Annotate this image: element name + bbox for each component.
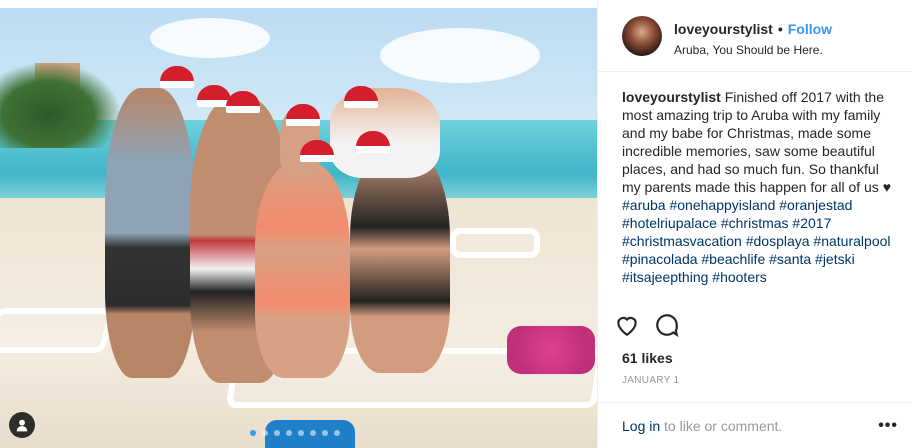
lounger	[0, 308, 117, 353]
carousel-dot	[250, 430, 256, 436]
carousel-dot	[310, 430, 316, 436]
carousel-indicator	[250, 430, 340, 436]
post-container: loveyourstylist • Follow Aruba, You Shou…	[0, 0, 911, 448]
carousel-dot	[298, 430, 304, 436]
person	[350, 148, 450, 373]
username-link[interactable]: loveyourstylist	[674, 21, 773, 37]
person	[105, 88, 195, 378]
santa-hat	[356, 131, 390, 153]
follow-button[interactable]: Follow	[788, 21, 832, 37]
separator: •	[777, 21, 783, 37]
user-tag-icon	[16, 419, 28, 432]
heart-emoji: ♥	[882, 179, 892, 195]
comment-icon[interactable]	[654, 312, 680, 338]
carousel-dot	[334, 430, 340, 436]
user-tag-button[interactable]	[9, 412, 35, 438]
santa-hat	[226, 91, 260, 113]
trees	[0, 63, 120, 148]
caption: loveyourstylist Finished off 2017 with t…	[598, 72, 911, 302]
lounger	[450, 228, 540, 258]
caption-username[interactable]: loveyourstylist	[622, 89, 721, 105]
login-link[interactable]: Log in	[622, 418, 660, 434]
comment-bar: Log in to like or comment. •••	[598, 402, 911, 448]
carousel-dot	[262, 430, 268, 436]
post-header: loveyourstylist • Follow Aruba, You Shou…	[598, 0, 911, 72]
heart-icon[interactable]	[614, 312, 640, 338]
avatar[interactable]	[622, 16, 662, 56]
post-photo[interactable]	[0, 8, 597, 448]
hashtags[interactable]: #aruba #onehappyisland #oranjestad #hote…	[622, 197, 891, 285]
carousel-dot	[274, 430, 280, 436]
santa-hat	[344, 86, 378, 108]
action-bar	[614, 312, 680, 338]
person	[255, 163, 350, 378]
santa-hat	[300, 140, 334, 162]
cloud	[150, 18, 270, 58]
more-options-icon[interactable]: •••	[878, 417, 898, 435]
santa-hat	[286, 104, 320, 126]
post-sidebar: loveyourstylist • Follow Aruba, You Shou…	[597, 0, 911, 448]
towel	[507, 326, 595, 374]
cloud	[380, 28, 540, 83]
carousel-dot	[322, 430, 328, 436]
location-link[interactable]: Aruba, You Should be Here.	[674, 43, 832, 57]
login-prompt-text: to like or comment.	[660, 417, 783, 434]
santa-hat	[160, 66, 194, 88]
post-date[interactable]: JANUARY 1	[622, 375, 679, 386]
likes-count[interactable]: 61 likes	[622, 350, 673, 366]
carousel-dot	[286, 430, 292, 436]
